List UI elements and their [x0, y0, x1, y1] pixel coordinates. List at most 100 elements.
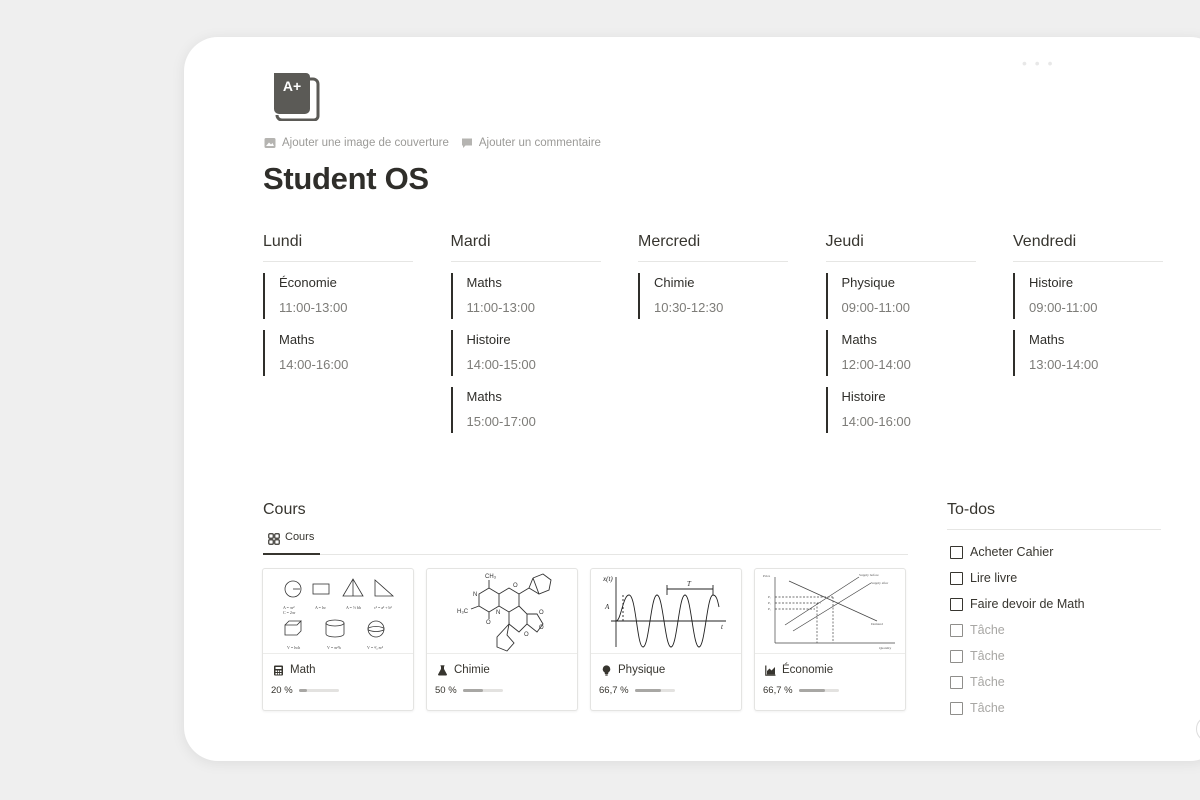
svg-text:V = ⁴⁄₃ πr³: V = ⁴⁄₃ πr³: [367, 645, 384, 650]
page-title[interactable]: Student OS: [263, 161, 429, 197]
svg-text:T: T: [687, 580, 692, 588]
schedule-slot[interactable]: Économie 11:00-13:00: [263, 273, 413, 319]
slot-subject: Économie: [279, 275, 337, 290]
todo-checkbox[interactable]: [950, 623, 963, 637]
todo-label[interactable]: Lire livre: [970, 571, 1017, 585]
course-name-label: Physique: [618, 664, 666, 676]
schedule-slot[interactable]: Maths 12:00-14:00: [825, 330, 976, 376]
slot-subject: Maths: [1029, 332, 1065, 347]
todo-label[interactable]: Faire devoir de Math: [970, 597, 1085, 611]
svg-text:C = 2πr: C = 2πr: [283, 610, 296, 615]
todo-item: Tâche: [950, 643, 1085, 669]
todo-item: Faire devoir de Math: [950, 591, 1085, 617]
slot-time: 11:00-13:00: [466, 300, 535, 315]
svg-text:Supply after: Supply after: [871, 581, 889, 585]
schedule-slot[interactable]: Maths 11:00-13:00: [450, 273, 601, 319]
schedule-slot[interactable]: Histoire 09:00-11:00: [1013, 273, 1163, 319]
course-card-physique[interactable]: x(t) A Tt Physique 66,7 %: [590, 568, 742, 711]
svg-text:t: t: [721, 623, 724, 631]
day-column-jeudi: Jeudi Physique 09:00-11:00 Maths 12:00-1…: [825, 233, 976, 444]
schedule-slot[interactable]: Chimie 10:30-12:30: [638, 273, 788, 319]
slot-time: 12:00-14:00: [841, 357, 911, 372]
day-column-mercredi: Mercredi Chimie 10:30-12:30: [638, 233, 788, 444]
gallery-grid-icon: [268, 533, 280, 545]
add-comment-button[interactable]: Ajouter un commentaire: [461, 137, 601, 149]
aplus-document-icon[interactable]: A+: [272, 71, 320, 121]
todo-item: Lire livre: [950, 565, 1085, 591]
math-formulas-cover-image: A = πr² C = 2πr A = lw A = ½ bh c² = a² +…: [263, 569, 413, 654]
day-heading: Jeudi: [825, 233, 976, 262]
todo-item: Tâche: [950, 617, 1085, 643]
progress-label: 20 %: [271, 685, 293, 696]
day-heading: Vendredi: [1013, 233, 1163, 262]
todo-label[interactable]: Acheter Cahier: [970, 545, 1053, 559]
slot-time: 09:00-11:00: [841, 300, 910, 315]
todo-label[interactable]: Tâche: [970, 649, 1005, 663]
schedule-slot[interactable]: Maths 13:00-14:00: [1013, 330, 1163, 376]
course-name-label: Math: [290, 664, 316, 676]
svg-text:O: O: [486, 620, 491, 626]
todo-label[interactable]: Tâche: [970, 675, 1005, 689]
svg-text:P₂: P₂: [768, 601, 772, 605]
svg-text:V = lwh: V = lwh: [287, 645, 300, 650]
slot-subject: Chimie: [654, 275, 695, 290]
svg-text:Quantity: Quantity: [879, 646, 891, 650]
day-heading: Mercredi: [638, 233, 788, 262]
todo-item: Tâche: [950, 695, 1085, 721]
svg-text:H₃C: H₃C: [457, 609, 469, 615]
calculator-icon: [274, 665, 283, 675]
schedule-slot[interactable]: Maths 14:00-16:00: [263, 330, 413, 376]
course-card-economie[interactable]: Price Supply before Supply after Demand Qua…: [754, 568, 906, 711]
schedule-slot[interactable]: Histoire 14:00-15:00: [450, 330, 601, 376]
chemistry-molecule-cover-image: CH₃ N N H₃C O O O O O: [427, 569, 577, 654]
add-cover-button[interactable]: Ajouter une image de couverture: [264, 137, 449, 149]
todo-label[interactable]: Tâche: [970, 623, 1005, 637]
more-options-icon[interactable]: • • •: [1022, 55, 1054, 71]
svg-text:A: A: [604, 603, 610, 611]
slot-time: 15:00-17:00: [466, 414, 536, 429]
todo-checkbox[interactable]: [950, 545, 963, 559]
course-progress: 66,7 %: [591, 676, 741, 696]
progress-label: 50 %: [435, 685, 457, 696]
svg-text:O: O: [513, 583, 518, 589]
slot-time: 13:00-14:00: [1029, 357, 1099, 372]
slot-subject: Maths: [466, 389, 502, 404]
progress-bar: [298, 689, 339, 692]
svg-text:P₁: P₁: [768, 595, 771, 599]
slot-time: 14:00-16:00: [279, 357, 349, 372]
progress-fill: [634, 689, 662, 692]
svg-text:A = lw: A = lw: [315, 605, 326, 610]
course-name: Math: [263, 654, 413, 676]
slot-subject: Histoire: [1029, 275, 1074, 290]
cours-heading: Cours: [263, 501, 306, 518]
svg-text:O: O: [524, 632, 529, 638]
schedule-slot[interactable]: Histoire 14:00-16:00: [825, 387, 976, 433]
slot-time: 14:00-16:00: [841, 414, 911, 429]
svg-text:N: N: [496, 610, 500, 616]
svg-text:CH₃: CH₃: [485, 574, 497, 580]
progress-fill: [462, 689, 483, 692]
course-card-chimie[interactable]: CH₃ N N H₃C O O O O O Chimie 50 %: [426, 568, 578, 711]
schedule-slot[interactable]: Physique 09:00-11:00: [825, 273, 976, 319]
lightbulb-icon: [602, 664, 611, 676]
course-name: Chimie: [427, 654, 577, 676]
todo-label[interactable]: Tâche: [970, 701, 1005, 715]
todo-checkbox[interactable]: [950, 597, 963, 611]
course-card-math[interactable]: A = πr² C = 2πr A = lw A = ½ bh c² = a² +…: [262, 568, 414, 711]
progress-bar: [634, 689, 675, 692]
tab-cours-gallery[interactable]: Cours: [263, 527, 321, 555]
course-name: Économie: [755, 654, 905, 676]
todo-checkbox[interactable]: [950, 649, 963, 663]
todos-heading: To-dos: [947, 501, 1161, 530]
weekly-schedule: Lundi Économie 11:00-13:00 Maths 14:00-1…: [263, 233, 1200, 444]
todo-checkbox[interactable]: [950, 675, 963, 689]
schedule-slot[interactable]: Maths 15:00-17:00: [450, 387, 601, 433]
day-heading: Mardi: [450, 233, 601, 262]
svg-text:c² = a² + b²: c² = a² + b²: [374, 605, 392, 610]
todo-checkbox[interactable]: [950, 701, 963, 715]
svg-text:Supply before: Supply before: [859, 573, 879, 577]
svg-text:P₃: P₃: [768, 607, 772, 611]
comment-icon: [461, 138, 472, 148]
slot-time: 11:00-13:00: [279, 300, 348, 315]
todo-checkbox[interactable]: [950, 571, 963, 585]
